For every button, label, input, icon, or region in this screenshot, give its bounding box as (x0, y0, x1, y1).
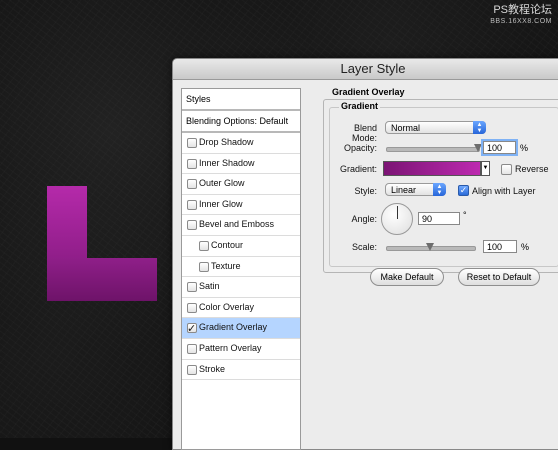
blending-options-item[interactable]: Blending Options: Default (182, 111, 300, 133)
style-checkbox[interactable] (199, 261, 209, 272)
style-checkbox[interactable] (187, 364, 197, 375)
scale-input[interactable]: 100 (483, 240, 517, 253)
watermark: PS教程论坛 BBS.16XX8.COM (490, 4, 552, 28)
opacity-label: Opacity: (343, 143, 377, 153)
style-checkbox[interactable] (187, 199, 197, 210)
watermark-line1: PS教程论坛 (493, 4, 552, 16)
style-item-label: Inner Shadow (199, 157, 255, 168)
angle-dial-needle (397, 206, 398, 219)
gradient-label: Gradient: (339, 164, 377, 174)
align-with-layer-label: Align with Layer (472, 186, 536, 196)
style-item-outer-glow[interactable]: Outer Glow (182, 174, 300, 195)
opacity-input[interactable]: 100 (483, 141, 516, 154)
opacity-slider[interactable] (386, 147, 480, 152)
watermark-line2: BBS.16XX8.COM (490, 18, 552, 25)
style-item-label: Contour (211, 239, 244, 250)
make-default-button[interactable]: Make Default (370, 268, 444, 286)
opacity-slider-thumb[interactable] (474, 144, 482, 152)
style-item-inner-shadow[interactable]: Inner Shadow (182, 154, 300, 175)
scale-unit: % (521, 242, 530, 252)
style-item-stroke[interactable]: Stroke (182, 360, 300, 381)
style-item-label: Bevel and Emboss (199, 219, 275, 230)
style-checkbox[interactable]: ✓ (187, 323, 197, 335)
style-item-color-overlay[interactable]: Color Overlay (182, 298, 300, 319)
angle-label: Angle: (351, 214, 377, 224)
align-with-layer-checkbox[interactable]: ✓ (458, 185, 469, 196)
reverse-checkbox[interactable] (501, 164, 512, 175)
style-item-label: Gradient Overlay (199, 322, 268, 333)
style-item-label: Inner Glow (199, 198, 243, 209)
style-item-pattern-overlay[interactable]: Pattern Overlay (182, 339, 300, 360)
style-checkbox[interactable] (187, 179, 197, 190)
styles-header[interactable]: Styles (182, 89, 300, 111)
scale-label: Scale: (351, 242, 377, 252)
checkmark-icon: ✓ (187, 323, 197, 336)
style-item-label: Outer Glow (199, 178, 245, 189)
style-checkbox[interactable] (187, 220, 197, 231)
reset-to-default-button[interactable]: Reset to Default (458, 268, 540, 286)
style-item-label: Color Overlay (199, 301, 255, 312)
style-item-satin[interactable]: Satin (182, 277, 300, 298)
styles-list: Styles Blending Options: Default Drop Sh… (181, 88, 301, 450)
angle-unit: ° (463, 210, 467, 220)
style-checkbox[interactable] (187, 343, 197, 354)
style-checkbox[interactable] (187, 282, 197, 293)
style-item-contour[interactable]: Contour (182, 236, 300, 257)
letter-l-artwork (47, 186, 157, 301)
style-item-label: Pattern Overlay (199, 342, 262, 353)
style-checkbox[interactable] (187, 302, 197, 313)
style-value: Linear (391, 185, 417, 195)
letter-l-foot (47, 258, 157, 301)
gradient-subgroup-title: Gradient (339, 101, 381, 111)
blend-mode-value: Normal (391, 123, 421, 133)
popup-arrows-icon: ▲ ▼ (473, 121, 486, 134)
gradient-overlay-title: Gradient Overlay (330, 87, 407, 97)
style-checkbox[interactable] (187, 158, 197, 169)
style-item-gradient-overlay[interactable]: ✓ Gradient Overlay (182, 318, 300, 339)
style-checkbox[interactable] (187, 138, 197, 148)
dialog-title: Layer Style (173, 59, 558, 80)
style-item-label: Drop Shadow (199, 137, 254, 147)
popup-arrows-icon: ▲ ▼ (433, 183, 446, 196)
style-label: Style: (354, 186, 377, 196)
style-item-label: Texture (211, 260, 241, 271)
layer-style-dialog: Layer Style Styles Blending Options: Def… (172, 58, 558, 450)
style-item-label: Stroke (199, 363, 226, 374)
blend-mode-select[interactable]: Normal ▲ ▼ (385, 121, 486, 134)
style-select[interactable]: Linear ▲ ▼ (385, 183, 446, 196)
angle-input[interactable]: 90 (418, 212, 460, 225)
style-checkbox[interactable] (199, 240, 209, 251)
opacity-unit: % (520, 143, 529, 153)
angle-dial[interactable] (381, 203, 413, 235)
gradient-swatch[interactable] (383, 161, 481, 176)
style-item-label: Satin (199, 281, 220, 292)
style-item-texture[interactable]: Texture (182, 257, 300, 278)
style-item-inner-glow[interactable]: Inner Glow (182, 195, 300, 216)
blend-mode-label: Blend Mode: (351, 123, 377, 143)
scale-slider-thumb[interactable] (426, 243, 434, 251)
reverse-label: Reverse (515, 164, 549, 174)
gradient-picker-arrow-icon[interactable]: ▼ (481, 161, 490, 176)
style-item-bevel-and-emboss[interactable]: Bevel and Emboss (182, 215, 300, 236)
style-item-drop-shadow[interactable]: Drop Shadow (182, 133, 300, 154)
